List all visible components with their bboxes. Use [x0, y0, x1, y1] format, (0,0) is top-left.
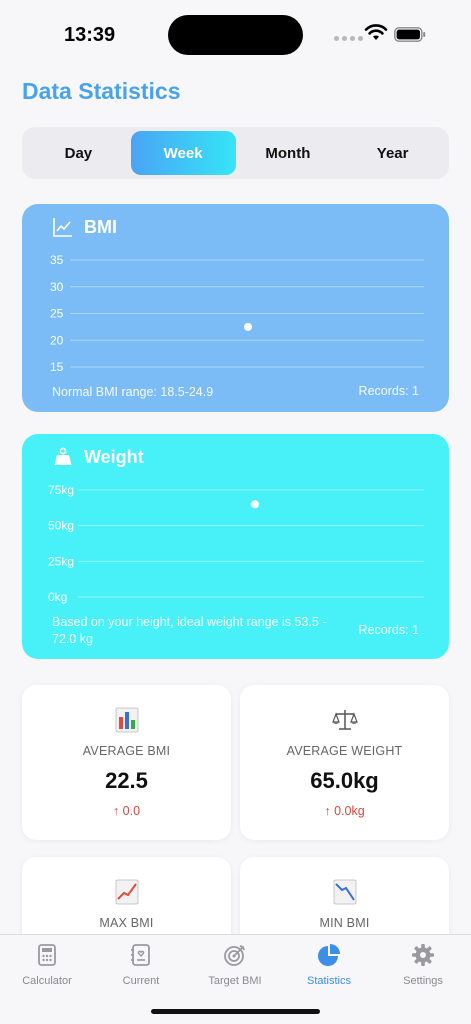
tab-label: Statistics: [306, 975, 351, 987]
page-title: Data Statistics: [22, 78, 181, 104]
weight-data-point: [251, 500, 259, 509]
average-weight-card: AVERAGE WEIGHT 65.0kg ↑ 0.0kg: [240, 685, 449, 840]
bmi-y-tick-label: 35: [50, 253, 64, 267]
bmi-records-count: Records: 1: [358, 384, 419, 398]
stat-label: AVERAGE BMI: [82, 744, 171, 758]
target-icon: [224, 945, 245, 966]
bmi-y-tick-label: 25: [50, 307, 64, 321]
bmi-y-tick-label: 15: [50, 360, 64, 374]
signal-icon: [334, 36, 363, 41]
weight-y-tick-label: 0kg: [48, 590, 67, 604]
bmi-range-note: Normal BMI range: 18.5-24.9: [52, 385, 214, 399]
scales-icon: [331, 710, 358, 730]
gear-icon: [412, 944, 434, 966]
chart-increasing-icon: [115, 879, 138, 905]
status-time: 13:39: [64, 24, 116, 46]
bmi-data-point: [244, 322, 252, 331]
tab-current[interactable]: Current: [94, 943, 188, 987]
stat-value: 22.5: [105, 768, 148, 793]
bmi-y-tick-label: 30: [50, 280, 64, 294]
weight-records-count: Records: 1: [358, 623, 419, 637]
bmi-y-tick-label: 20: [50, 333, 64, 347]
bar-chart-icon: [115, 707, 138, 733]
stat-delta: ↑ 0.0kg: [324, 804, 365, 818]
weight-range-note: Based on your height, ideal weight range…: [52, 615, 327, 646]
period-month[interactable]: Month: [236, 131, 341, 175]
contact-card-icon: [131, 944, 150, 966]
period-day[interactable]: Day: [26, 131, 131, 175]
stat-label: MIN BMI: [319, 916, 370, 930]
period-week[interactable]: Week: [130, 131, 236, 175]
stat-label: AVERAGE WEIGHT: [286, 744, 403, 758]
weight-chart-card: Weight 75kg 50kg 25kg 0kg Based on your hei…: [22, 434, 449, 659]
bmi-chart-card: BMI 35 30 25 20 15 Normal BMI range: 18.5-24…: [22, 204, 449, 412]
tab-calculator[interactable]: Calculator: [0, 943, 94, 987]
tab-settings[interactable]: Settings: [376, 943, 470, 987]
period-selector: Day Week Month Year: [22, 127, 449, 179]
dynamic-island: [168, 15, 303, 55]
average-bmi-card: AVERAGE BMI 22.5 ↑ 0.0: [22, 685, 231, 840]
pie-chart-icon: [318, 944, 340, 966]
calculator-icon: [38, 944, 56, 966]
tab-target-bmi[interactable]: Target BMI: [188, 943, 282, 987]
stat-value: 65.0kg: [310, 768, 379, 793]
weight-y-tick-label: 75kg: [48, 483, 74, 497]
bmi-chart: 35 30 25 20 15: [50, 253, 424, 374]
tab-label: Target BMI: [208, 975, 262, 987]
stat-label: MAX BMI: [99, 916, 154, 930]
tab-label: Calculator: [22, 975, 72, 987]
tab-label: Current: [122, 975, 160, 987]
stat-delta: ↑ 0.0: [112, 804, 141, 818]
weight-y-tick-label: 25kg: [48, 554, 74, 568]
status-bar: 13:39: [0, 0, 471, 70]
wifi-icon: [364, 24, 388, 40]
tab-statistics[interactable]: Statistics: [282, 943, 376, 987]
battery-icon: [394, 27, 426, 42]
home-indicator: [151, 1009, 320, 1014]
tab-label: Settings: [403, 975, 443, 987]
weight-y-tick-label: 50kg: [48, 519, 74, 533]
period-year[interactable]: Year: [340, 131, 445, 175]
chart-decreasing-icon: [333, 879, 356, 905]
